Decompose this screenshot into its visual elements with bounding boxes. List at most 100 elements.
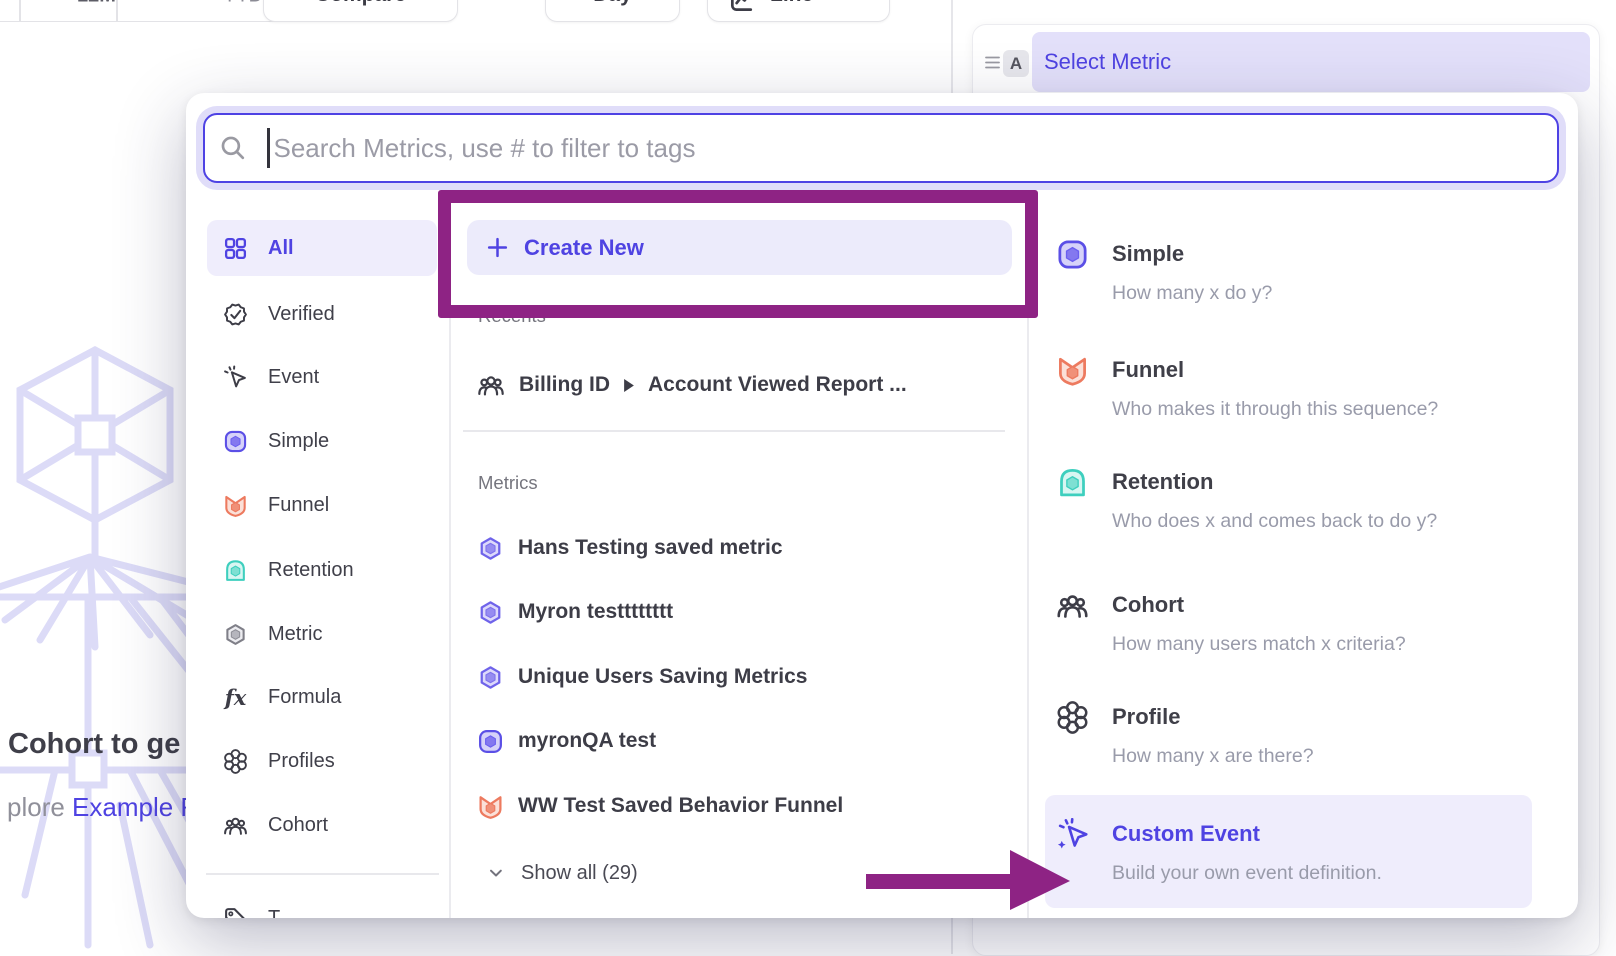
filter-profiles[interactable]: Profiles [207,733,437,789]
wireframe-illustration [0,335,200,954]
metric-item[interactable]: Myron testttttttt [477,592,673,632]
metrics-section-label: Metrics [478,472,538,494]
type-retention[interactable]: Retention Who does x and comes back to d… [1045,466,1533,566]
hexagon-metric-icon [477,535,504,562]
retention-icon [1056,466,1089,499]
background-headline: r Cohort to ge [8,728,180,761]
annotation-rectangle [438,190,1038,318]
metric-item[interactable]: Hans Testing saved metric [477,528,783,568]
funnel-icon [477,793,504,820]
type-custom-event[interactable]: Custom Event Build your own event defini… [1045,818,1533,918]
filter-label: Cohort [268,814,328,837]
formula-fx-icon: fx [223,685,248,710]
type-description: How many x are there? [1112,745,1314,768]
profiles-flower-icon [1056,701,1089,734]
example-link[interactable]: Example R [72,792,199,822]
type-title: Custom Event [1112,821,1260,847]
grid-icon [223,236,248,261]
filter-event[interactable]: Event [207,349,437,405]
filter-label: Funnel [268,494,329,517]
simple-metric-icon [1056,238,1089,271]
filter-simple[interactable]: Simple [207,413,437,469]
metric-item[interactable]: myronQA test [477,721,656,761]
metric-item[interactable]: Unique Users Saving Metrics [477,657,807,697]
hexagon-metric-icon [477,599,504,626]
select-metric-label: Select Metric [1044,49,1171,75]
search-placeholder: Search Metrics, use # to filter to tags [274,133,696,164]
type-title: Simple [1112,241,1184,267]
cursor-spark-icon [223,365,248,390]
recent-event-label: Account Viewed Report ... [648,373,907,397]
metric-label: Unique Users Saving Metrics [518,665,807,689]
show-all-button[interactable]: Show all (29) [486,853,638,893]
simple-metric-icon [477,728,504,755]
filter-label: Event [268,366,319,389]
granularity-day-button[interactable]: Day [545,0,680,22]
filter-all[interactable]: All [207,220,437,276]
line-chart-icon [728,0,754,15]
recent-item-billing[interactable]: Billing ID Account Viewed Report ... [477,365,907,405]
filter-label: Metric [268,623,322,646]
metric-item[interactable]: WW Test Saved Behavior Funnel [477,786,843,826]
cohort-people-icon [477,371,505,399]
chart-type-line-button[interactable]: Line [707,0,890,22]
metric-label: WW Test Saved Behavior Funnel [518,794,843,818]
type-title: Retention [1112,469,1213,495]
range-12m-button[interactable]: 12M [77,0,116,8]
search-icon [219,134,247,162]
series-a-label: A [1010,54,1022,74]
day-label: Day [593,0,632,7]
filter-funnel[interactable]: Funnel [207,477,437,533]
cohort-people-icon [223,813,248,838]
filter-verified[interactable]: Verified [207,286,437,342]
cohort-people-icon [1056,589,1089,622]
type-funnel[interactable]: Funnel Who makes it through this sequenc… [1045,354,1533,454]
filter-metric[interactable]: Metric [207,606,437,662]
compare-label: Compare [315,0,406,7]
line-label: Line [770,0,813,7]
headline-fragment: Cohort to ge [8,728,180,760]
filter-label: T [268,907,280,919]
hexagon-metric-icon [477,664,504,691]
filter-label: Retention [268,559,354,582]
text-cursor [267,128,270,168]
filter-overflow[interactable]: T [207,890,437,918]
filter-cohort[interactable]: Cohort [207,797,437,853]
filter-formula[interactable]: fx Formula [207,669,437,725]
type-description: How many x do y? [1112,282,1272,305]
range-ytd-label: YTD [223,0,263,8]
funnel-icon [1056,354,1089,387]
filter-label: All [268,237,294,260]
drag-handle-icon[interactable] [985,56,1000,69]
filter-label: Formula [268,686,341,709]
custom-event-cursor-icon [1056,818,1089,851]
series-a-badge: A [1003,50,1029,77]
simple-metric-icon [223,429,248,454]
type-simple[interactable]: Simple How many x do y? [1045,238,1533,338]
verified-seal-icon [223,302,248,327]
show-all-label: Show all (29) [521,862,638,885]
select-metric-button[interactable]: Select Metric [1032,32,1590,92]
recent-cohort-label: Billing ID [519,373,610,397]
metric-label: myronQA test [518,729,656,753]
metric-label: Hans Testing saved metric [518,536,783,560]
funnel-icon [223,493,248,518]
type-description: Build your own event definition. [1112,862,1382,885]
chevron-down-icon [486,863,506,883]
type-description: How many users match x criteria? [1112,633,1406,656]
type-profile[interactable]: Profile How many x are there? [1045,701,1533,801]
profiles-flower-icon [223,749,248,774]
type-description: Who does x and comes back to do y? [1112,510,1437,533]
filter-label: Simple [268,430,329,453]
segment-divider [19,0,21,21]
compare-button[interactable]: Compare [263,0,458,22]
sidebar-divider [206,873,439,875]
type-description: Who makes it through this sequence? [1112,398,1438,421]
tag-icon [223,906,248,919]
filter-label: Profiles [268,750,335,773]
type-cohort[interactable]: Cohort How many users match x criteria? [1045,589,1533,689]
search-input[interactable]: Search Metrics, use # to filter to tags [203,113,1559,183]
filter-retention[interactable]: Retention [207,542,437,598]
hexagon-metric-icon [223,622,248,647]
annotation-arrow [858,848,1072,912]
